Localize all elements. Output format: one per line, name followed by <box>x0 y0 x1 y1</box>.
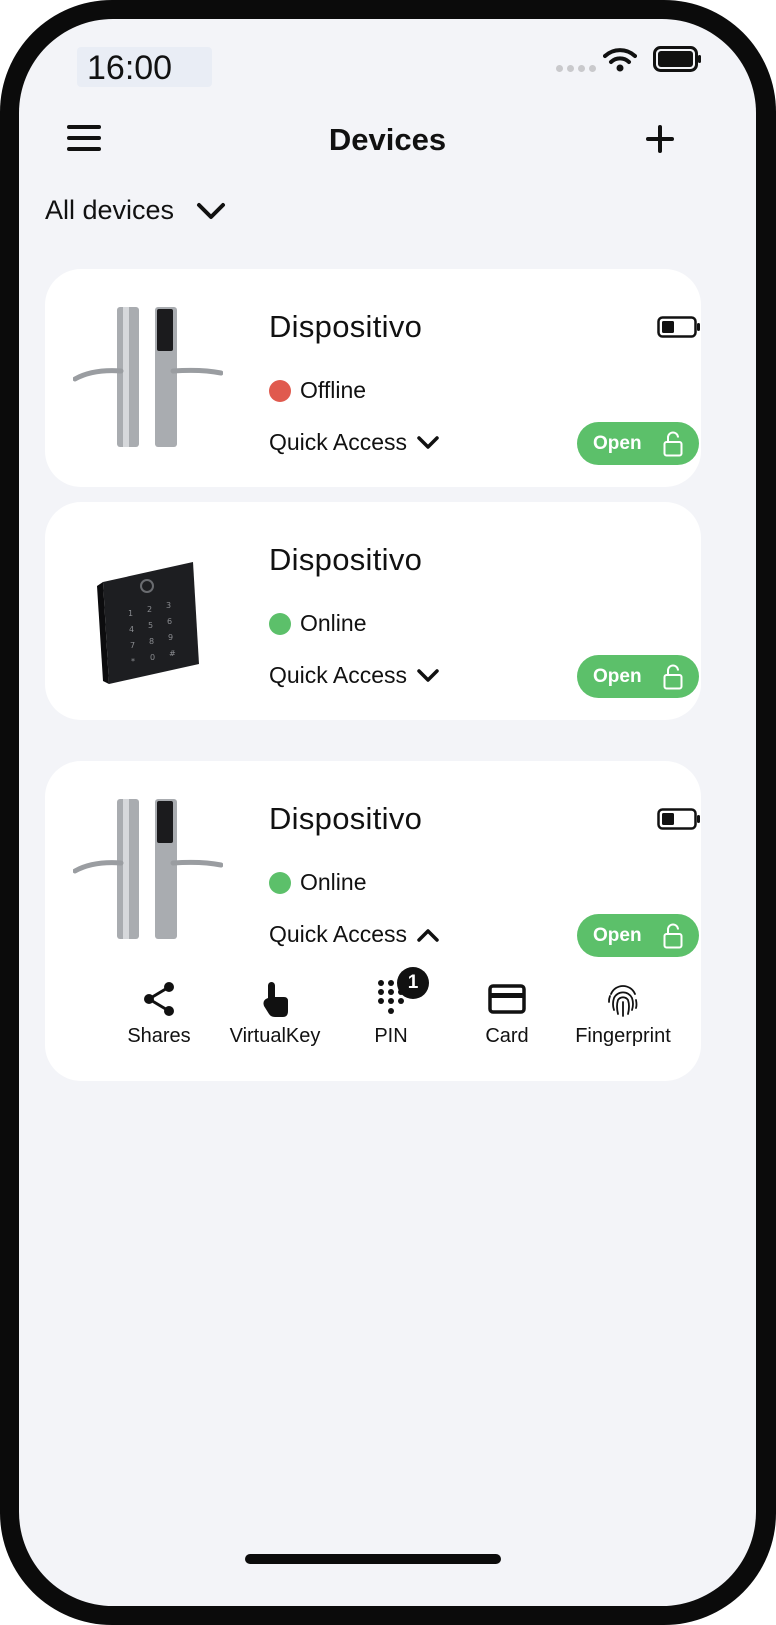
quick-action-label: Fingerprint <box>575 1025 671 1047</box>
quick-access-label: Quick Access <box>269 429 408 455</box>
quick-action-label: VirtualKey <box>229 1025 321 1047</box>
svg-text:5: 5 <box>148 621 153 630</box>
card-icon <box>488 984 526 1014</box>
cellular-signal-icon <box>556 65 596 72</box>
chevron-down-icon <box>197 202 226 219</box>
quick-action-fingerprint[interactable]: Fingerprint <box>565 979 681 1048</box>
unlock-icon <box>663 431 683 457</box>
status-dot-online <box>269 871 291 894</box>
quick-action-pin[interactable]: 1 PIN <box>333 967 449 1048</box>
device-status: Online <box>269 610 366 637</box>
quick-action-label: Shares <box>127 1025 191 1047</box>
quick-access-toggle[interactable]: Quick Access <box>269 921 439 948</box>
svg-text:2: 2 <box>147 605 152 614</box>
device-filter-label: All devices <box>45 195 175 225</box>
device-name: Dispositivo <box>269 801 423 836</box>
chevron-down-icon <box>417 668 439 682</box>
svg-text:7: 7 <box>130 641 135 650</box>
unlock-icon <box>663 923 683 949</box>
open-button-label: Open <box>593 665 642 687</box>
unlock-icon <box>663 664 683 690</box>
touch-icon <box>263 982 288 1017</box>
svg-text:6: 6 <box>167 617 172 626</box>
device-name: Dispositivo <box>269 542 423 577</box>
status-bar-time: 16:00 <box>87 49 173 87</box>
device-card[interactable]: Dispositivo Offline Quick Access Open <box>45 269 701 487</box>
add-device-icon[interactable] <box>645 124 675 154</box>
quick-action-shares[interactable]: Shares <box>101 979 217 1048</box>
device-filter-dropdown[interactable]: All devices <box>45 195 226 226</box>
svg-text:9: 9 <box>168 633 173 642</box>
svg-text:4: 4 <box>129 625 134 634</box>
status-text: Offline <box>300 377 367 403</box>
quick-action-card[interactable]: Card <box>449 979 565 1048</box>
open-button[interactable]: Open <box>577 655 699 698</box>
quick-action-label: PIN <box>374 1025 408 1047</box>
status-dot-offline <box>269 379 291 402</box>
battery-icon <box>653 46 701 72</box>
chevron-up-icon <box>417 928 439 942</box>
app-screen: 16:00 Devices All devices Dispositivo Of… <box>19 19 756 1606</box>
status-text: Online <box>300 869 367 895</box>
open-button-label: Open <box>593 924 642 946</box>
svg-text:1: 1 <box>128 609 133 618</box>
quick-action-virtualkey[interactable]: VirtualKey <box>217 979 333 1048</box>
share-icon <box>144 982 174 1016</box>
quick-access-toggle[interactable]: Quick Access <box>269 429 439 456</box>
device-name: Dispositivo <box>269 309 423 344</box>
home-indicator[interactable] <box>245 1554 501 1564</box>
battery-low-icon <box>657 316 700 338</box>
notification-badge: 1 <box>397 967 429 999</box>
quick-access-label: Quick Access <box>269 921 408 947</box>
svg-text:#: # <box>169 649 176 658</box>
fingerprint-icon <box>608 985 638 1017</box>
lever-handle-lock-image <box>73 799 223 939</box>
device-card[interactable]: 1 2 3 4 5 6 7 8 9 * 0 # Dispositivo Online Quick… <box>45 502 701 720</box>
quick-access-toggle[interactable]: Quick Access <box>269 662 439 689</box>
svg-text:3: 3 <box>166 601 171 610</box>
battery-low-icon <box>657 808 700 830</box>
open-button[interactable]: Open <box>577 422 699 465</box>
quick-actions-bar: Shares VirtualKey 1 PIN Card Fingerprint <box>101 967 681 1048</box>
svg-text:*: * <box>131 657 135 666</box>
phone-frame: 16:00 Devices All devices Dispositivo Of… <box>0 0 776 1625</box>
svg-text:0: 0 <box>150 653 155 662</box>
keypad-reader-image: 1 2 3 4 5 6 7 8 9 * 0 # <box>97 562 199 684</box>
status-text: Online <box>300 610 367 636</box>
open-button[interactable]: Open <box>577 914 699 957</box>
device-status: Online <box>269 869 366 896</box>
lever-handle-lock-image <box>73 307 223 447</box>
device-card[interactable]: Dispositivo Online Quick Access Open Sha… <box>45 761 701 1081</box>
chevron-down-icon <box>417 435 439 449</box>
quick-access-label: Quick Access <box>269 662 408 688</box>
status-dot-online <box>269 612 291 635</box>
svg-text:8: 8 <box>149 637 154 646</box>
wifi-icon <box>603 48 637 72</box>
device-status: Offline <box>269 377 366 404</box>
open-button-label: Open <box>593 432 642 454</box>
quick-action-label: Card <box>485 1025 529 1047</box>
